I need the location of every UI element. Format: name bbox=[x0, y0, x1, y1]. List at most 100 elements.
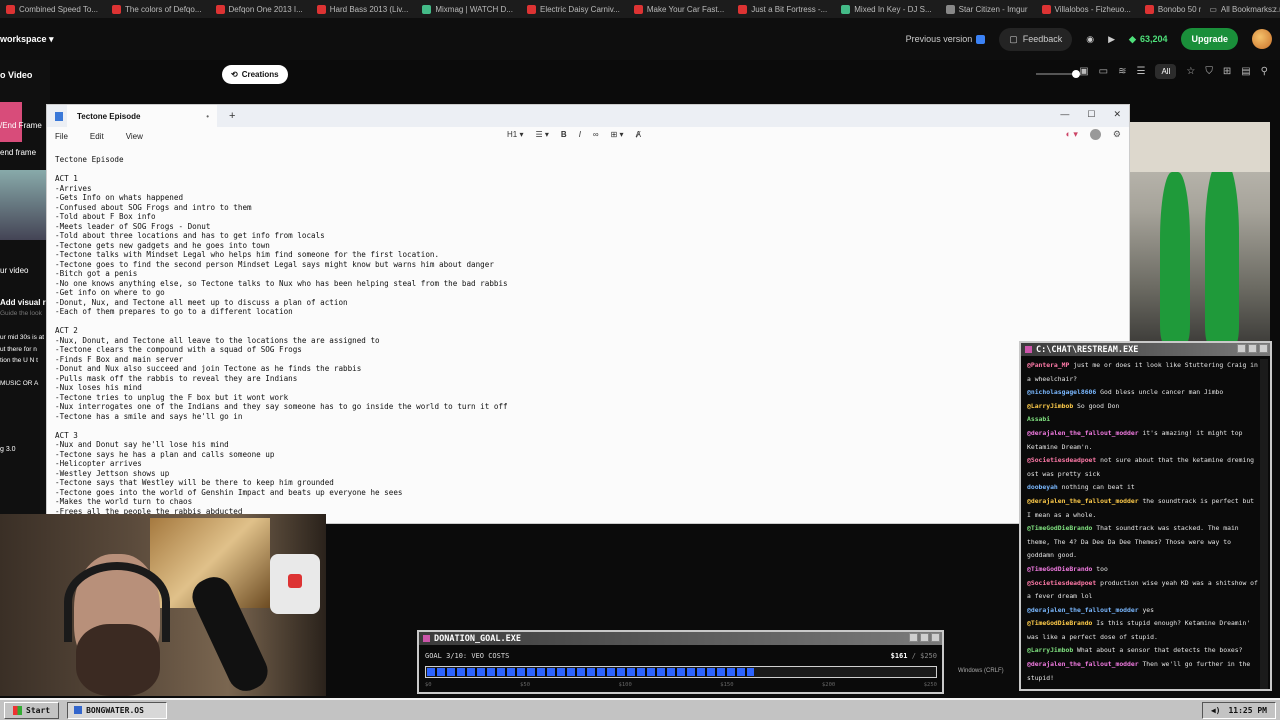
chat-username[interactable]: @TimeGodDieBrando bbox=[1027, 524, 1092, 532]
all-filter-button[interactable]: All bbox=[1155, 64, 1177, 79]
previous-version-button[interactable]: Previous version bbox=[906, 34, 986, 44]
chat-message: @derajalen_the_fallout_modder it's amazi… bbox=[1027, 427, 1259, 454]
document-line: -Helicopter arrives bbox=[55, 459, 142, 468]
minimize-icon[interactable] bbox=[909, 633, 918, 642]
bookmark-item[interactable]: Mixed In Key - DJ S... bbox=[835, 4, 939, 14]
menu-view[interactable]: View bbox=[126, 132, 143, 141]
menu-file[interactable]: File bbox=[55, 132, 68, 141]
document-line: -Tectone goes into the world of Genshin … bbox=[55, 487, 403, 497]
bookmark-item[interactable]: Combined Speed To... bbox=[0, 4, 106, 14]
image-icon[interactable]: ▣ bbox=[1079, 66, 1088, 77]
bookmark-item[interactable]: The colors of Defqo... bbox=[106, 4, 209, 14]
link-icon[interactable]: ∞ bbox=[593, 130, 599, 139]
settings-icon[interactable]: ⚙ bbox=[1113, 129, 1121, 140]
taskbar-item-bongwater[interactable]: BONGWATER.OS bbox=[67, 701, 168, 719]
goal-tick-label: $50 bbox=[520, 682, 531, 688]
chat-username[interactable]: @Societiesdeadpoet bbox=[1027, 579, 1096, 587]
close-icon[interactable]: ✕ bbox=[1113, 109, 1121, 120]
chat-username[interactable]: @TimeGodDieBrando bbox=[1027, 619, 1092, 627]
document-line: -Nux and Donut say he'll lose his mind bbox=[55, 440, 229, 449]
star-icon[interactable]: ☆ bbox=[1186, 66, 1195, 77]
heading-dropdown[interactable]: H1 ▾ bbox=[507, 130, 523, 139]
chat-username[interactable]: @LarryJimbob bbox=[1027, 646, 1073, 654]
chat-username[interactable]: doobeyah bbox=[1027, 483, 1058, 491]
maximize-icon[interactable] bbox=[920, 633, 929, 642]
close-tab-icon[interactable]: • bbox=[206, 112, 209, 121]
close-icon[interactable] bbox=[1259, 344, 1268, 353]
upgrade-button[interactable]: Upgrade bbox=[1181, 28, 1238, 50]
chat-username[interactable]: @TimeGodDieBrando bbox=[1027, 565, 1092, 573]
search-icon[interactable]: ⚲ bbox=[1261, 66, 1268, 77]
panel-title: o Video bbox=[0, 70, 33, 80]
all-bookmarks-button[interactable]: ▭ All Bookmarks bbox=[1201, 0, 1272, 18]
maximize-icon[interactable]: ☐ bbox=[1087, 109, 1095, 120]
video-icon[interactable]: ▭ bbox=[1099, 66, 1108, 77]
audio-icon[interactable]: ≋ bbox=[1118, 66, 1126, 77]
copilot-icon[interactable]: ◐ ▾ bbox=[1065, 129, 1077, 140]
chat-text: So good Don bbox=[1077, 401, 1120, 410]
minimize-icon[interactable] bbox=[1237, 344, 1246, 353]
bookmark-item[interactable]: Hard Bass 2013 (Liv... bbox=[311, 4, 417, 14]
bookmark-label: Hard Bass 2013 (Liv... bbox=[329, 4, 409, 14]
avatar[interactable] bbox=[1252, 29, 1272, 49]
document-line: -Tectone has a smile and says he'll go i… bbox=[55, 411, 243, 421]
chat-username[interactable]: @derajalen_the_fallout_modder bbox=[1027, 497, 1139, 505]
model-label[interactable]: g 3.0 bbox=[0, 446, 16, 453]
clear-format-icon[interactable]: Ⱥ bbox=[636, 130, 641, 139]
bookmark-label: Mixed In Key - DJ S... bbox=[854, 4, 932, 14]
discord-icon[interactable]: ◉ bbox=[1086, 34, 1094, 45]
bookmark-label: The colors of Defqo... bbox=[125, 4, 202, 14]
bold-button[interactable]: B bbox=[561, 130, 567, 139]
chat-username[interactable]: @Societiesdeadpoet bbox=[1027, 456, 1096, 464]
zoom-slider[interactable] bbox=[1036, 70, 1080, 78]
document-line: -Get info on where to go bbox=[55, 288, 165, 297]
chat-message: @derajalen_the_fallout_modder the soundt… bbox=[1027, 495, 1259, 522]
chat-username[interactable]: @Pantera_MP bbox=[1027, 361, 1069, 369]
chat-message: doobeyah nothing can beat it bbox=[1027, 481, 1259, 495]
bookmark-item[interactable]: Star Citizen - Imgur bbox=[940, 4, 1036, 14]
filter-icon[interactable]: ⛉ bbox=[1205, 66, 1213, 77]
creations-button[interactable]: ⟲ Creations bbox=[222, 64, 288, 84]
tab-tectone-episode[interactable]: Tectone Episode • bbox=[67, 105, 217, 127]
document-line: -Finds F Box and main server bbox=[55, 354, 184, 364]
layout-icon[interactable]: ▤ bbox=[1241, 66, 1250, 77]
chat-username[interactable]: @derajalen_the_fallout_modder bbox=[1027, 606, 1139, 614]
menu-edit[interactable]: Edit bbox=[90, 132, 104, 141]
list-dropdown[interactable]: ☰ ▾ bbox=[535, 130, 548, 139]
add-visual-label[interactable]: Add visual re bbox=[0, 298, 50, 307]
bookmark-label: Combined Speed To... bbox=[19, 4, 99, 14]
goal-amount: $161 / $250 bbox=[890, 652, 937, 660]
video-thumbnail[interactable] bbox=[0, 170, 46, 240]
bookmark-item[interactable]: Mixmag | WATCH D... bbox=[416, 4, 521, 14]
chat-username[interactable]: @nicholasgagel8606 bbox=[1027, 388, 1096, 396]
chat-username[interactable]: @derajalen_the_fallout_modder bbox=[1027, 429, 1139, 437]
favicon-icon bbox=[633, 4, 643, 14]
credits-badge[interactable]: ◆ 63,204 bbox=[1129, 34, 1167, 45]
chat-username[interactable]: @derajalen_the_fallout_modder bbox=[1027, 660, 1139, 668]
bookmark-item[interactable]: Defqon One 2013 I... bbox=[210, 4, 311, 14]
reference-image[interactable] bbox=[1130, 122, 1270, 344]
workspace-selector[interactable]: workspace ▾ bbox=[0, 34, 54, 45]
bookmark-item[interactable]: Make Your Car Fast... bbox=[628, 4, 732, 14]
close-icon[interactable] bbox=[931, 633, 940, 642]
document-line: -Tectone talks with Mindset Legal who he… bbox=[55, 250, 440, 259]
feedback-button[interactable]: ▢ Feedback bbox=[999, 27, 1073, 51]
new-tab-button[interactable]: + bbox=[229, 110, 235, 122]
list-icon[interactable]: ☰ bbox=[1137, 66, 1146, 77]
bookmark-item[interactable]: Villalobos - Fizheuo... bbox=[1036, 4, 1139, 14]
account-icon[interactable] bbox=[1089, 129, 1101, 140]
chat-username[interactable]: @LarryJimbob bbox=[1027, 402, 1073, 410]
chat-scrollbar[interactable] bbox=[1260, 359, 1268, 689]
bookmark-item[interactable]: Electric Daisy Carniv... bbox=[521, 4, 628, 14]
minimize-icon[interactable]: — bbox=[1060, 109, 1069, 120]
document-line: -Meets leader of SOG Frogs - Donut bbox=[55, 221, 211, 231]
grid-icon[interactable]: ⊞ bbox=[1223, 66, 1231, 77]
youtube-icon[interactable]: ▶ bbox=[1108, 34, 1115, 45]
document-text[interactable]: Tectone Episode ACT 1 -Arrives -Gets Info o… bbox=[55, 155, 835, 521]
italic-button[interactable]: I bbox=[579, 130, 581, 139]
table-dropdown[interactable]: ⊞ ▾ bbox=[611, 130, 624, 139]
chat-username[interactable]: Assabi bbox=[1027, 415, 1050, 423]
bookmark-item[interactable]: Just a Bit Fortress -... bbox=[732, 4, 835, 14]
maximize-icon[interactable] bbox=[1248, 344, 1257, 353]
start-button[interactable]: Start bbox=[4, 701, 60, 719]
